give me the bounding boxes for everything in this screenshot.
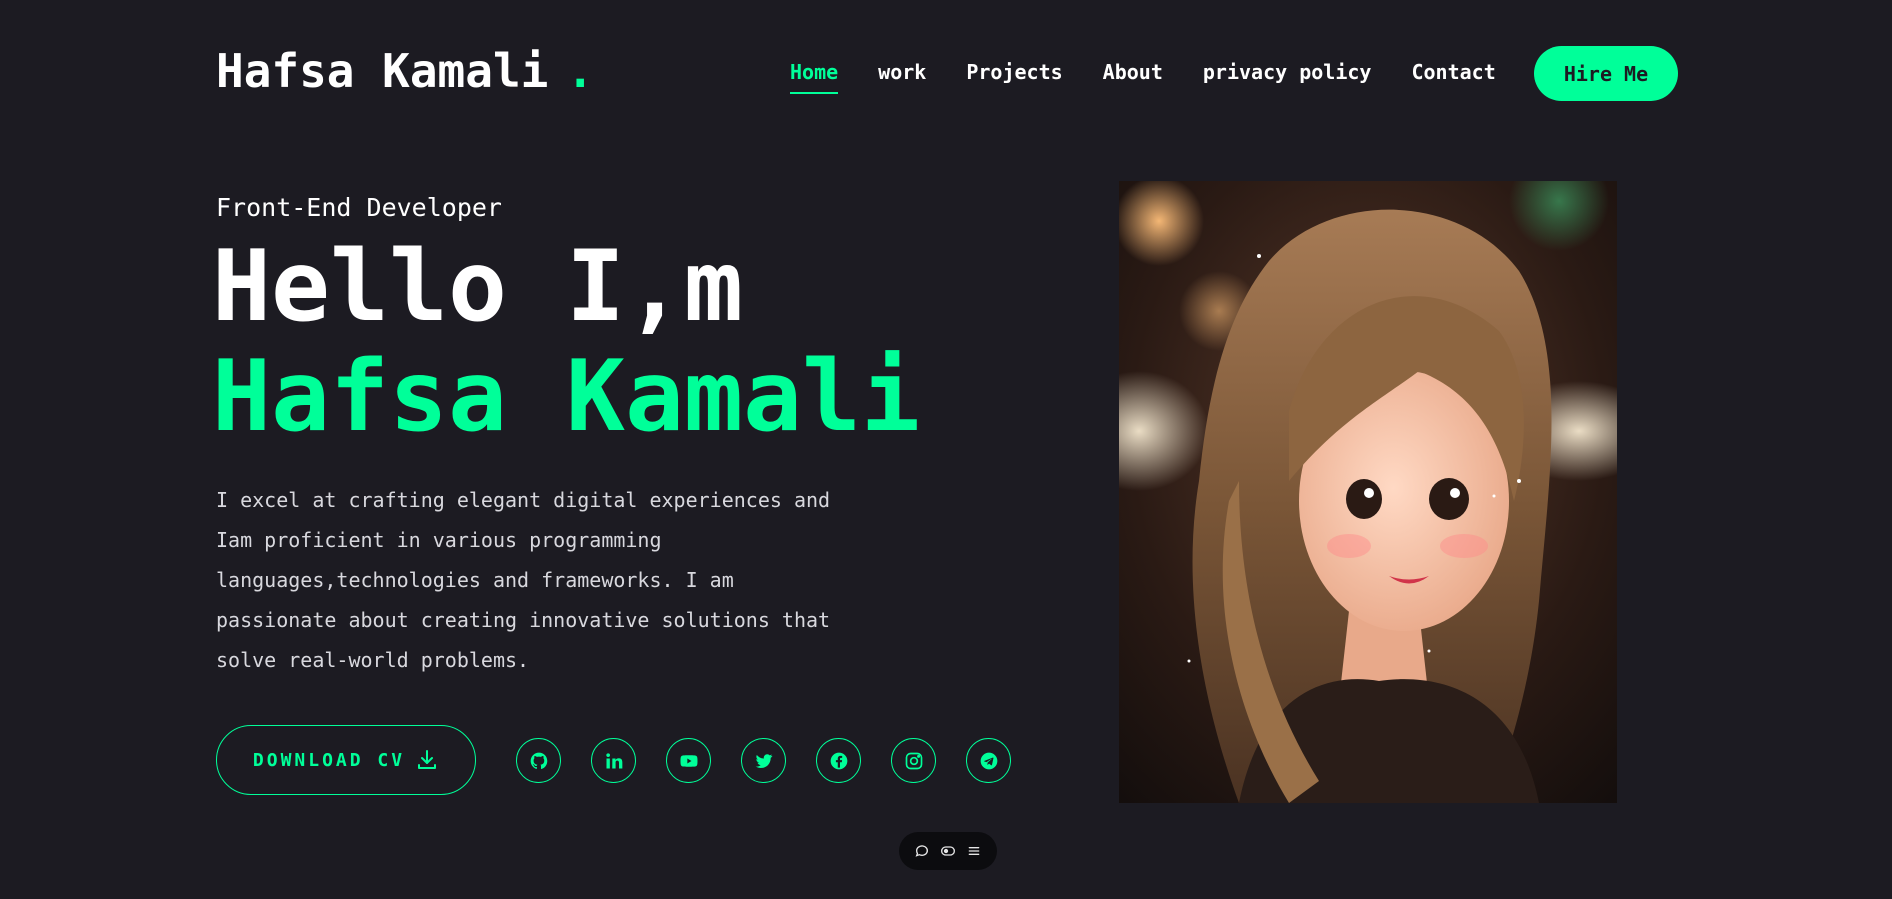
eye-toggle-icon <box>941 846 955 856</box>
menu-button[interactable] <box>965 842 983 860</box>
main-nav: Home work Projects About privacy policy … <box>790 60 1496 94</box>
linkedin-icon <box>605 752 622 768</box>
twitter-icon <box>755 753 772 768</box>
logo-text: Hafsa Kamali <box>216 44 549 98</box>
download-cv-button[interactable]: DOWNLOAD CV <box>216 725 476 795</box>
greeting-heading: Hello I,m <box>212 230 744 344</box>
chat-button[interactable] <box>913 842 931 860</box>
instagram-link[interactable] <box>891 738 936 783</box>
instagram-icon <box>905 752 922 769</box>
telegram-link[interactable] <box>966 738 1011 783</box>
facebook-icon <box>830 752 847 769</box>
nav-work[interactable]: work <box>878 60 926 84</box>
floating-toolbar <box>899 832 997 870</box>
logo-dot: . <box>566 44 595 98</box>
github-icon <box>530 752 547 769</box>
download-icon <box>418 750 437 769</box>
portfolio-page: Hafsa Kamali. Home work Projects About p… <box>0 0 1892 899</box>
chat-icon <box>915 845 928 857</box>
telegram-icon <box>980 752 997 769</box>
youtube-icon <box>680 754 697 767</box>
hire-me-button[interactable]: Hire Me <box>1534 46 1678 101</box>
nav-contact[interactable]: Contact <box>1411 60 1495 84</box>
nav-projects[interactable]: Projects <box>966 60 1062 84</box>
github-link[interactable] <box>516 738 561 783</box>
nav-home[interactable]: Home <box>790 60 839 94</box>
bio-paragraph: I excel at crafting elegant digital expe… <box>216 488 831 672</box>
profile-portrait <box>1119 181 1617 803</box>
visibility-toggle[interactable] <box>939 842 957 860</box>
linkedin-link[interactable] <box>591 738 636 783</box>
twitter-link[interactable] <box>741 738 786 783</box>
role-title: Front-End Developer <box>216 193 502 222</box>
facebook-link[interactable] <box>816 738 861 783</box>
name-heading: Hafsa Kamali <box>212 340 921 454</box>
download-cv-label: DOWNLOAD CV <box>252 749 406 771</box>
portrait-illustration <box>1119 181 1617 803</box>
nav-about[interactable]: About <box>1103 60 1163 84</box>
menu-icon <box>968 847 980 855</box>
nav-privacy-policy[interactable]: privacy policy <box>1203 60 1372 84</box>
youtube-link[interactable] <box>666 738 711 783</box>
site-logo[interactable]: Hafsa Kamali. <box>216 44 594 98</box>
social-links <box>516 738 1011 783</box>
